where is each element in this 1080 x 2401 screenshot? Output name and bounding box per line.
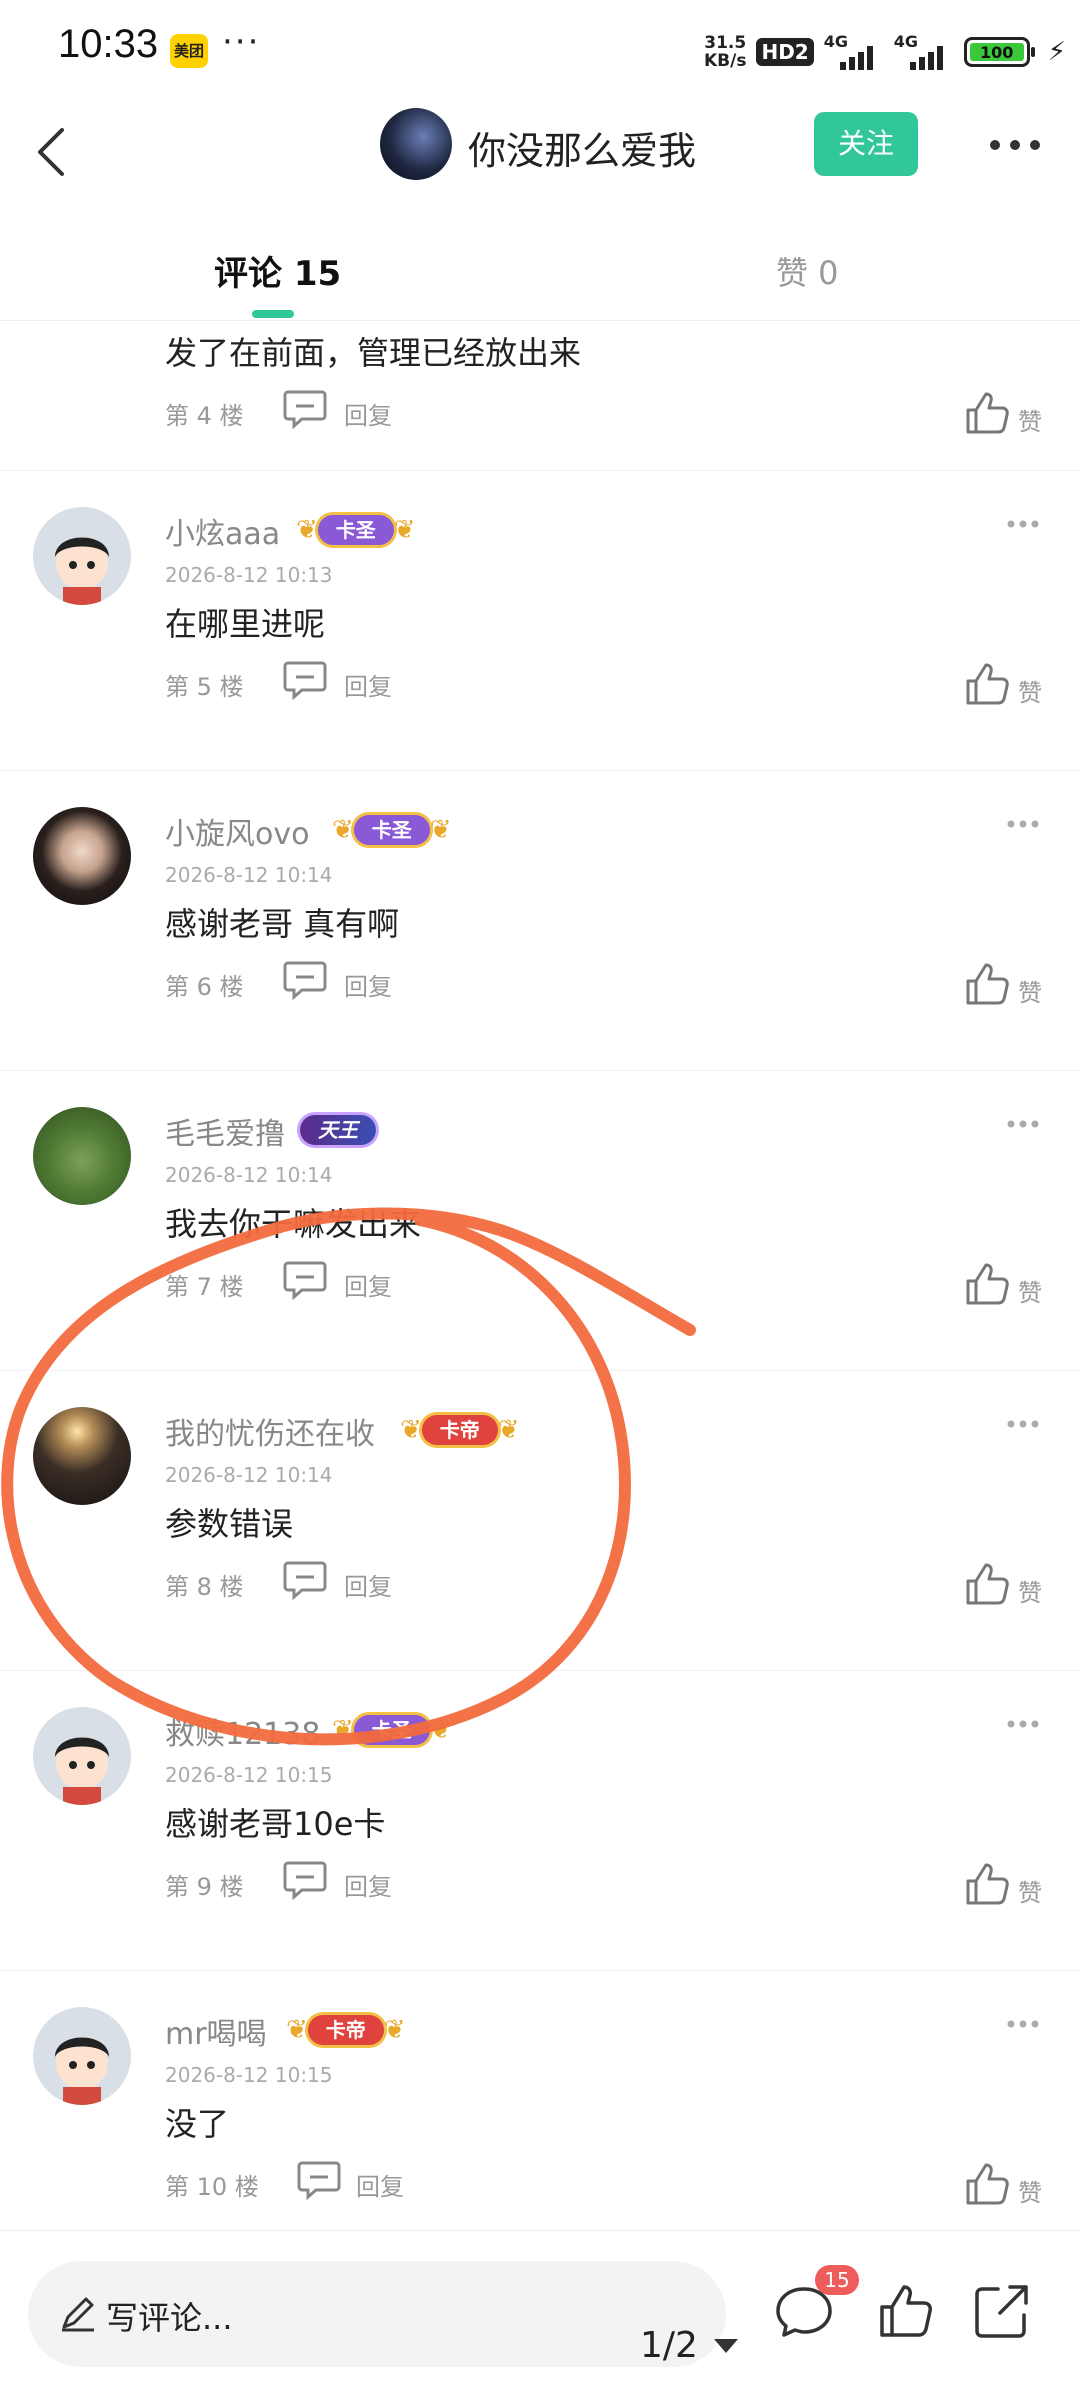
thumbs-up-icon[interactable]: [964, 2161, 1010, 2207]
tab-comments[interactable]: 评论 15: [214, 246, 341, 295]
username[interactable]: mr喝喝: [165, 2009, 267, 2053]
thumbs-up-icon[interactable]: [964, 1561, 1010, 1607]
reply-button[interactable]: 回复: [356, 2167, 404, 2202]
comment-content: 没了: [165, 2105, 230, 2143]
charging-icon: ⚡: [1047, 37, 1066, 67]
battery-icon: 100: [963, 37, 1035, 67]
follow-button[interactable]: 关注: [814, 112, 918, 176]
bottom-action-bar: 写评论... 1/2 15: [0, 2230, 1080, 2401]
back-button[interactable]: [18, 116, 88, 186]
username[interactable]: 小炫aaa: [165, 509, 280, 553]
write-comment-placeholder: 写评论...: [106, 2299, 233, 2337]
comment-more-icon[interactable]: [1006, 517, 1040, 531]
comment-content: 在哪里进呢: [165, 605, 326, 643]
comment-more-icon[interactable]: [1006, 1417, 1040, 1431]
battery-level: 100: [969, 43, 1024, 62]
write-comment-input[interactable]: 写评论... 1/2: [28, 2261, 738, 2367]
reply-icon[interactable]: [282, 659, 328, 701]
badge-label: 卡圣: [317, 515, 394, 545]
like-button-label[interactable]: 赞: [1018, 2173, 1042, 2208]
badge-label: 卡帝: [307, 2015, 384, 2045]
more-options-button[interactable]: [980, 120, 1050, 170]
more-horizontal-icon: [990, 140, 1040, 150]
reply-button[interactable]: 回复: [344, 396, 392, 431]
comment-date: 2026-8-12 10:13: [165, 563, 333, 587]
comment-list: 发了在前面，管理已经放出来 第 4 楼 回复 赞 小炫aaa ❦ 卡圣 ❦ 2026…: [0, 320, 1080, 2230]
level-badge: ❦ 卡圣 ❦: [332, 815, 452, 845]
comment-count-badge: 15: [815, 2265, 859, 2295]
signal-icon-2: 4G: [894, 32, 954, 72]
floor-number: 第 4 楼: [165, 402, 244, 430]
like-button-label[interactable]: 赞: [1018, 1873, 1042, 1908]
page-indicator[interactable]: 1/2: [640, 2325, 698, 2366]
page-dropdown-icon[interactable]: [714, 2339, 738, 2353]
author-avatar[interactable]: [380, 108, 452, 180]
top-header: 你没那么爱我 关注: [0, 100, 1080, 210]
comment-item: mr喝喝 ❦ 卡帝 ❦ 2026-8-12 10:15 没了 第 10 楼 回复 赞: [0, 1970, 1080, 2230]
tab-bar: 评论 15 赞 0: [0, 230, 1080, 321]
pencil-icon: [62, 2297, 94, 2332]
meituan-notification-icon: 美团: [170, 34, 208, 68]
comment-date: 2026-8-12 10:14: [165, 863, 333, 887]
like-button-label[interactable]: 赞: [1018, 973, 1042, 1008]
like-button-label[interactable]: 赞: [1018, 1573, 1042, 1608]
more-notifications-icon: ···: [222, 22, 261, 62]
user-avatar[interactable]: [33, 2007, 131, 2105]
comment-content: 感谢老哥10e卡: [165, 1805, 386, 1843]
annotation-circle-overlay: [1, 1207, 696, 1746]
reply-button[interactable]: 回复: [344, 1867, 392, 1902]
status-bar: 10:33 美团 ··· 31.5 KB/s HD2 4G 4G 100 ⚡: [0, 0, 1080, 100]
thumbs-up-icon[interactable]: [874, 2279, 938, 2343]
comment-content: 发了在前面，管理已经放出来: [165, 334, 582, 372]
back-arrow-icon: [38, 128, 64, 176]
comment-more-icon[interactable]: [1006, 1117, 1040, 1131]
active-tab-indicator: [252, 310, 294, 318]
page-title: 你没那么爱我: [468, 129, 697, 173]
like-button-label[interactable]: 赞: [1018, 673, 1042, 708]
share-icon[interactable]: [970, 2279, 1034, 2343]
tab-likes[interactable]: 赞 0: [776, 248, 839, 294]
thumbs-up-icon[interactable]: [964, 1861, 1010, 1907]
network-speed: 31.5 KB/s: [704, 33, 747, 71]
reply-icon[interactable]: [282, 388, 328, 430]
hd-voice-icon: HD2: [756, 38, 814, 66]
level-badge: ❦ 卡帝 ❦: [286, 2015, 406, 2045]
status-indicators: 31.5 KB/s HD2 4G 4G 100 ⚡: [704, 28, 1066, 76]
like-button-label[interactable]: 赞: [1018, 402, 1042, 437]
comment-item: 小炫aaa ❦ 卡圣 ❦ 2026-8-12 10:13 在哪里进呢 第 5 楼 回…: [0, 470, 1080, 771]
thumbs-up-icon[interactable]: [964, 1261, 1010, 1307]
badge-label: 卡圣: [353, 815, 430, 845]
floor-number: 第 5 楼: [165, 673, 244, 701]
reply-icon[interactable]: [282, 1859, 328, 1901]
thumbs-up-icon[interactable]: [964, 961, 1010, 1007]
thumbs-up-icon[interactable]: [964, 661, 1010, 707]
comment-date: 2026-8-12 10:15: [165, 2063, 333, 2087]
reply-button[interactable]: 回复: [344, 667, 392, 702]
level-badge: ❦ 卡圣 ❦: [296, 515, 416, 545]
comment-more-icon[interactable]: [1006, 817, 1040, 831]
floor-number: 第 9 楼: [165, 1873, 244, 1901]
signal-icon: 4G: [824, 32, 884, 72]
status-time: 10:33: [58, 22, 159, 66]
user-avatar[interactable]: [33, 507, 131, 605]
comment-more-icon[interactable]: [1006, 2017, 1040, 2031]
reply-icon[interactable]: [296, 2159, 342, 2201]
comment-more-icon[interactable]: [1006, 1717, 1040, 1731]
floor-number: 第 10 楼: [165, 2173, 259, 2201]
like-button-label[interactable]: 赞: [1018, 1273, 1042, 1308]
username[interactable]: 小旋风ovo: [165, 809, 309, 853]
thumbs-up-icon[interactable]: [964, 390, 1010, 436]
